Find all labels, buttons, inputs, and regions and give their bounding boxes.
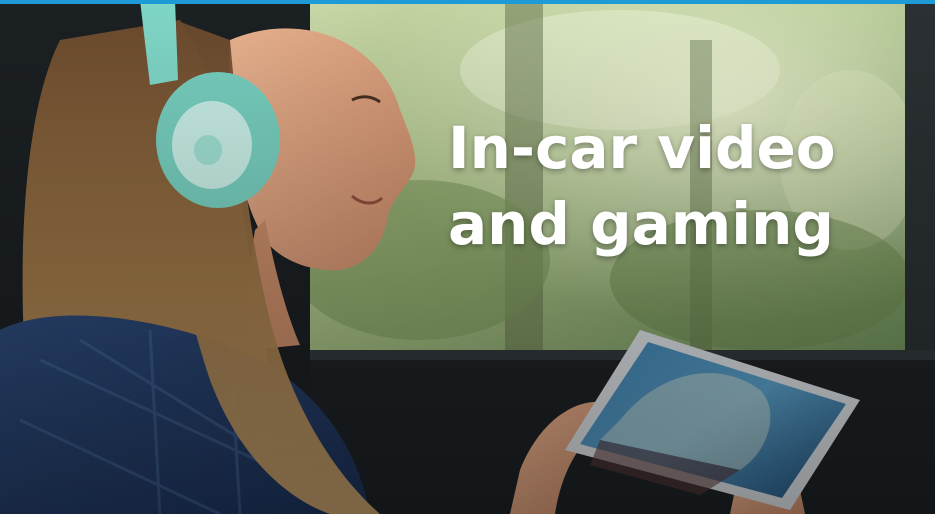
accent-top-bar (0, 0, 935, 4)
headline-line-1: In-car video (448, 114, 836, 182)
slide: In-car video and gaming (0, 0, 935, 514)
headline: In-car video and gaming (448, 110, 888, 262)
headline-line-2: and gaming (448, 190, 834, 258)
